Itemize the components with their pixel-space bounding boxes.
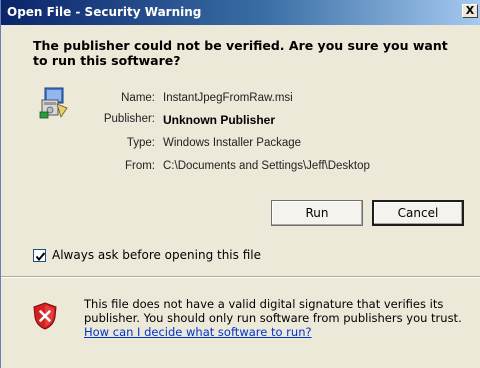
- always-ask-checkbox[interactable]: [33, 249, 46, 262]
- file-name-row: Name: InstantJpegFromRaw.msi: [71, 92, 461, 108]
- publisher-row: Publisher: Unknown Publisher: [71, 113, 461, 129]
- security-shield-icon: [33, 302, 57, 330]
- window-title: Open File - Security Warning: [7, 5, 202, 19]
- name-value: InstantJpegFromRaw.msi: [163, 92, 293, 104]
- publisher-label: Publisher:: [103, 113, 155, 125]
- run-button[interactable]: Run: [271, 200, 363, 226]
- title-bar[interactable]: Open File - Security Warning X: [1, 0, 480, 25]
- from-row: From: C:\Documents and Settings\Jeff\Des…: [71, 160, 461, 176]
- name-label: Name:: [121, 92, 155, 104]
- security-warning-dialog: Open File - Security Warning X The publi…: [0, 0, 480, 368]
- always-ask-label[interactable]: Always ask before opening this file: [52, 248, 261, 262]
- type-label: Type:: [126, 137, 155, 149]
- type-value: Windows Installer Package: [163, 137, 302, 149]
- publisher-value: Unknown Publisher: [163, 113, 276, 127]
- help-link[interactable]: How can I decide what software to run?: [84, 325, 312, 339]
- checkmark-icon: [35, 252, 46, 262]
- warning-question: The publisher could not be verified. Are…: [33, 38, 448, 68]
- from-value: C:\Documents and Settings\Jeff\Desktop: [163, 160, 370, 172]
- type-row: Type: Windows Installer Package: [71, 137, 461, 153]
- warning-message: This file does not have a valid digital …: [84, 297, 462, 325]
- close-button[interactable]: X: [462, 4, 478, 18]
- cancel-button[interactable]: Cancel: [372, 200, 464, 226]
- from-label: From:: [124, 160, 155, 172]
- installer-package-icon: [37, 86, 71, 120]
